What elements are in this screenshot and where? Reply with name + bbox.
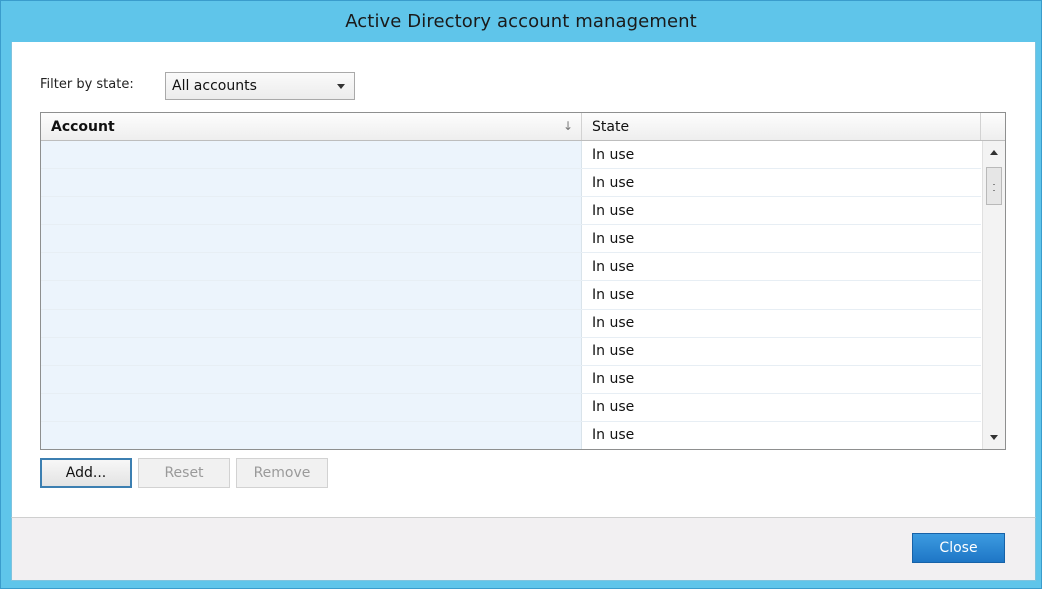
- table-row[interactable]: In use: [41, 141, 981, 170]
- filter-selected-value: All accounts: [172, 78, 257, 94]
- account-cell: [41, 197, 582, 225]
- account-cell: [41, 337, 582, 365]
- filter-label: Filter by state:: [40, 77, 134, 92]
- account-cell: [41, 141, 582, 169]
- account-cell: [41, 365, 582, 393]
- account-cell: [41, 309, 582, 337]
- table-row[interactable]: In use: [41, 225, 981, 254]
- grip-icon: [993, 184, 995, 191]
- account-cell: [41, 253, 582, 281]
- account-cell: [41, 393, 582, 421]
- state-cell: In use: [592, 371, 635, 388]
- state-cell: In use: [592, 202, 635, 219]
- title-bar[interactable]: Active Directory account management: [1, 1, 1041, 42]
- scroll-down-icon[interactable]: [990, 435, 998, 440]
- state-cell: In use: [592, 146, 635, 163]
- chevron-down-icon: [337, 84, 345, 89]
- scroll-up-icon[interactable]: [990, 150, 998, 155]
- state-cell: In use: [592, 315, 635, 332]
- column-header-state[interactable]: State: [583, 113, 981, 140]
- state-cell: In use: [592, 399, 635, 416]
- table-row[interactable]: In use: [41, 337, 981, 366]
- state-cell: In use: [592, 174, 635, 191]
- reset-button[interactable]: Reset: [138, 458, 230, 488]
- dialog-content: Filter by state: All accounts Account ↓ …: [11, 42, 1036, 517]
- filter-state-dropdown[interactable]: All accounts: [165, 72, 355, 100]
- table-row[interactable]: In use: [41, 197, 981, 226]
- dialog-footer: Close: [11, 517, 1036, 581]
- grid-rows: In use In use In use In use In use In use In u…: [41, 141, 981, 449]
- column-header-account-label: Account: [51, 118, 115, 135]
- sort-descending-icon: ↓: [562, 119, 573, 133]
- window-title: Active Directory account management: [345, 11, 697, 32]
- table-row[interactable]: In use: [41, 253, 981, 282]
- remove-button[interactable]: Remove: [236, 458, 328, 488]
- account-cell: [41, 281, 582, 309]
- column-header-account[interactable]: Account ↓: [41, 113, 582, 140]
- account-cell: [41, 421, 582, 449]
- account-cell: [41, 169, 582, 197]
- vertical-scrollbar[interactable]: [982, 141, 1005, 449]
- accounts-grid: Account ↓ State In use In use In use In use…: [40, 112, 1006, 450]
- state-cell: In use: [592, 343, 635, 360]
- table-row[interactable]: In use: [41, 421, 981, 449]
- table-row[interactable]: In use: [41, 393, 981, 422]
- account-cell: [41, 225, 582, 253]
- column-header-state-label: State: [592, 118, 630, 135]
- state-cell: In use: [592, 287, 635, 304]
- scrollbar-thumb[interactable]: [986, 167, 1002, 205]
- add-button[interactable]: Add...: [40, 458, 132, 488]
- table-row[interactable]: In use: [41, 365, 981, 394]
- table-row[interactable]: In use: [41, 281, 981, 310]
- table-row[interactable]: In use: [41, 169, 981, 198]
- table-row[interactable]: In use: [41, 309, 981, 338]
- dialog-window: Active Directory account management Filt…: [0, 0, 1042, 589]
- grid-header: Account ↓ State: [41, 113, 1005, 141]
- state-cell: In use: [592, 427, 635, 444]
- close-button[interactable]: Close: [912, 533, 1005, 563]
- state-cell: In use: [592, 230, 635, 247]
- state-cell: In use: [592, 258, 635, 275]
